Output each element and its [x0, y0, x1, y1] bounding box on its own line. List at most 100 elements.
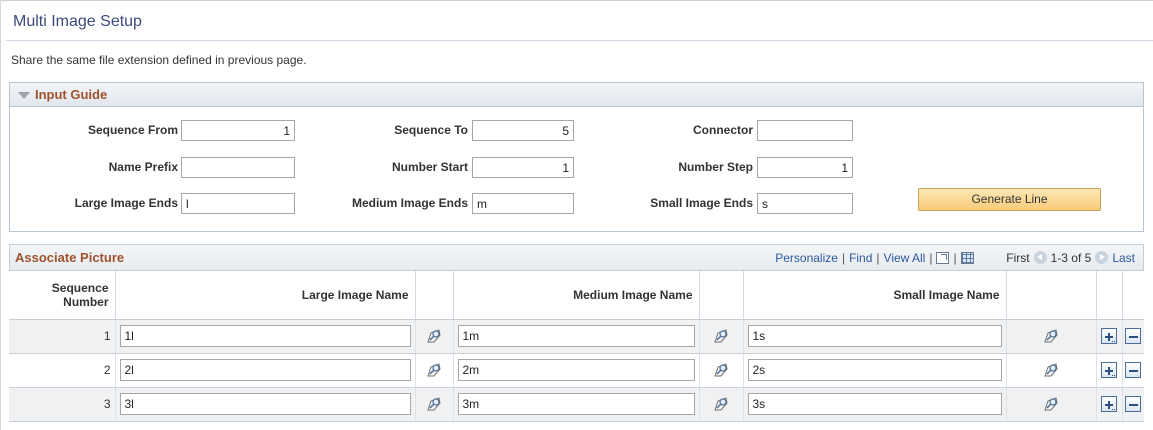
associate-picture-header: Associate Picture Personalize | Find | View … — [9, 244, 1144, 271]
left-border — [0, 0, 1, 430]
sequence-to-label: Sequence To — [394, 123, 468, 137]
find-link[interactable]: Find — [849, 251, 872, 265]
large-image-ends-label: Large Image Ends — [74, 196, 178, 210]
input-guide-title: Input Guide — [35, 87, 108, 102]
toolbar-separator: | — [876, 251, 880, 265]
associate-picture-title: Associate Picture — [15, 250, 125, 265]
lookup-cell — [1005, 319, 1096, 354]
medium-image-cell — [452, 387, 699, 422]
lookup-cell — [1005, 353, 1096, 388]
grid-header-row: Sequence Number Large Image Name Medium … — [9, 271, 1144, 320]
large-image-input[interactable] — [119, 359, 411, 381]
download-grid-icon[interactable] — [960, 252, 974, 264]
number-step-input[interactable] — [757, 157, 853, 178]
col-delete — [1121, 271, 1144, 320]
col-medium-image-name[interactable]: Medium Image Name — [452, 271, 699, 320]
large-image-cell — [114, 319, 415, 354]
connector-label: Connector — [693, 123, 753, 137]
col-large-lookup — [414, 271, 453, 320]
lookup-cell — [414, 353, 453, 388]
lookup-icon[interactable] — [712, 327, 730, 345]
lookup-cell — [1005, 387, 1096, 422]
add-cell — [1095, 353, 1122, 388]
add-cell — [1095, 319, 1122, 354]
large-image-cell — [114, 353, 415, 388]
medium-image-ends-input[interactable] — [472, 193, 574, 214]
lookup-icon[interactable] — [712, 361, 730, 379]
col-sequence-number[interactable]: Sequence Number — [9, 271, 115, 320]
col-large-image-name[interactable]: Large Image Name — [114, 271, 415, 320]
table-row: 2 — [9, 353, 1144, 388]
generate-line-button[interactable]: Generate Line — [918, 188, 1101, 211]
lookup-cell — [414, 387, 453, 422]
delete-row-minus-icon[interactable] — [1125, 396, 1142, 412]
lookup-icon[interactable] — [425, 361, 443, 379]
add-row-plus-icon[interactable] — [1101, 396, 1117, 412]
large-image-input[interactable] — [119, 325, 411, 347]
add-row-plus-icon[interactable] — [1101, 362, 1117, 378]
small-image-input[interactable] — [747, 359, 1002, 381]
lookup-icon[interactable] — [1042, 361, 1060, 379]
col-small-lookup — [1005, 271, 1096, 320]
medium-image-input[interactable] — [457, 359, 695, 381]
large-image-ends-input[interactable] — [181, 193, 295, 214]
top-border — [0, 0, 1153, 1]
sequence-cell: 3 — [9, 387, 115, 422]
small-image-ends-input[interactable] — [757, 193, 853, 214]
input-guide-header[interactable]: Input Guide — [10, 83, 1143, 107]
add-row-plus-icon[interactable] — [1101, 328, 1117, 344]
small-image-input[interactable] — [747, 393, 1002, 415]
lookup-icon[interactable] — [1042, 327, 1060, 345]
number-start-label: Number Start — [391, 160, 468, 174]
small-image-input[interactable] — [747, 325, 1002, 347]
medium-image-cell — [452, 319, 699, 354]
sequence-to-input[interactable] — [472, 120, 574, 141]
medium-image-input[interactable] — [457, 393, 695, 415]
associate-picture-grid: Sequence Number Large Image Name Medium … — [9, 271, 1144, 422]
lookup-icon[interactable] — [425, 395, 443, 413]
large-image-input[interactable] — [119, 393, 411, 415]
add-cell — [1095, 387, 1122, 422]
col-small-image-name[interactable]: Small Image Name — [742, 271, 1006, 320]
toolbar-separator: | — [953, 251, 957, 265]
sequence-cell: 1 — [9, 319, 115, 354]
previous-page-icon[interactable] — [1033, 251, 1047, 264]
lookup-cell — [698, 387, 743, 422]
lookup-icon[interactable] — [425, 327, 443, 345]
table-row: 1 — [9, 319, 1144, 354]
lookup-cell — [414, 319, 453, 354]
toolbar-separator: | — [841, 251, 846, 265]
delete-cell — [1121, 353, 1144, 388]
large-image-cell — [114, 387, 415, 422]
number-start-input[interactable] — [472, 157, 574, 178]
toolbar-separator: | — [929, 251, 933, 265]
sequence-from-input[interactable] — [181, 120, 295, 141]
small-image-cell — [742, 387, 1006, 422]
instruction-text: Share the same file extension defined in… — [11, 53, 307, 67]
sequence-from-label: Sequence From — [87, 123, 178, 137]
small-image-cell — [742, 319, 1006, 354]
connector-input[interactable] — [757, 120, 853, 141]
zoom-grid-icon[interactable] — [936, 252, 950, 264]
personalize-link[interactable]: Personalize — [775, 251, 838, 265]
delete-row-minus-icon[interactable] — [1125, 362, 1142, 378]
lookup-cell — [698, 319, 743, 354]
table-row: 3 — [9, 387, 1144, 422]
collapse-triangle-icon[interactable] — [18, 92, 30, 99]
col-medium-lookup — [698, 271, 743, 320]
row-range: 1-3 of 5 — [1050, 251, 1092, 265]
delete-cell — [1121, 319, 1144, 354]
name-prefix-input[interactable] — [181, 157, 295, 178]
lookup-cell — [698, 353, 743, 388]
delete-row-minus-icon[interactable] — [1125, 328, 1142, 344]
medium-image-input[interactable] — [457, 325, 695, 347]
medium-image-ends-label: Medium Image Ends — [351, 196, 468, 210]
number-step-label: Number Step — [678, 160, 753, 174]
small-image-cell — [742, 353, 1006, 388]
lookup-icon[interactable] — [712, 395, 730, 413]
view-all-link[interactable]: View All — [884, 251, 926, 265]
last-link[interactable]: Last — [1112, 251, 1135, 265]
lookup-icon[interactable] — [1042, 395, 1060, 413]
col-add — [1095, 271, 1122, 320]
next-page-icon[interactable] — [1095, 251, 1109, 264]
